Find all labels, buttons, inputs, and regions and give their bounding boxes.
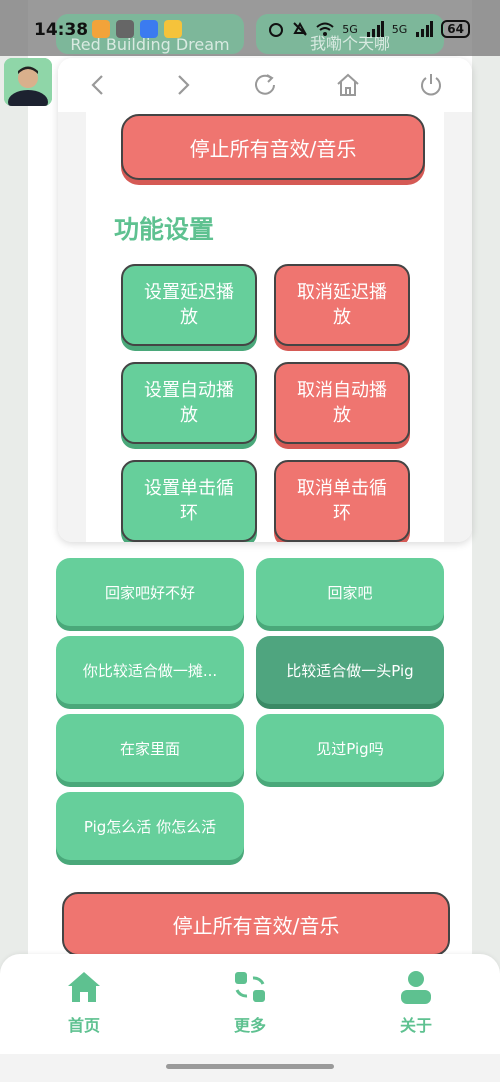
home-button[interactable]: [328, 65, 368, 105]
app-notification-icon: [92, 20, 110, 38]
mute-icon: [293, 21, 307, 36]
tab-home[interactable]: 首页: [34, 970, 134, 1036]
notification-icons: [92, 20, 182, 38]
network-type: 5G: [391, 22, 408, 36]
power-button[interactable]: [411, 65, 451, 105]
tab-label: 首页: [67, 1016, 100, 1035]
floating-avatar[interactable]: [4, 58, 52, 106]
background-left-edge: [0, 0, 28, 1082]
alarm-icon: [269, 23, 284, 37]
reload-icon: [255, 74, 275, 95]
reload-button[interactable]: [245, 65, 285, 105]
set-click-loop-button[interactable]: 设置单击循环: [121, 460, 257, 542]
status-bar: Red Building Dream 我嘞个天哪 14:38 5G 5G 64: [0, 0, 500, 56]
signal-icon: [366, 21, 384, 37]
sound-button[interactable]: 见过Pig吗: [256, 714, 444, 782]
user-icon: [401, 971, 431, 1004]
popup-browser: 停止所有音效/音乐 功能设置 设置延迟播放 取消延迟播放 设置自动播放 取消自动…: [58, 58, 472, 542]
app-notification-icon: [140, 20, 158, 38]
home-outline-icon: [337, 73, 359, 96]
sound-button[interactable]: Pig怎么活 你怎么活: [56, 792, 244, 860]
sound-button-active[interactable]: 比较适合做一头Pig: [256, 636, 444, 704]
battery-indicator: 64: [441, 20, 470, 38]
cancel-click-loop-button[interactable]: 取消单击循环: [274, 460, 410, 542]
browser-navbar: [58, 58, 472, 112]
set-delay-play-button[interactable]: 设置延迟播放: [121, 264, 257, 346]
sound-button[interactable]: 回家吧好不好: [56, 558, 244, 626]
more-icon: [235, 972, 265, 1002]
sound-button[interactable]: 在家里面: [56, 714, 244, 782]
power-icon: [420, 74, 441, 96]
signal-icon: [416, 21, 434, 37]
chevron-left-icon: [91, 75, 104, 95]
sound-button[interactable]: 你比较适合做一摊...: [56, 636, 244, 704]
set-auto-play-button[interactable]: 设置自动播放: [121, 362, 257, 444]
tab-label: 更多: [233, 1016, 266, 1035]
tab-label: 关于: [399, 1016, 432, 1035]
system-icons: 5G 5G 64: [268, 20, 470, 38]
status-time: 14:38: [34, 20, 89, 40]
stop-all-sounds-button[interactable]: 停止所有音效/音乐: [121, 114, 425, 180]
wifi-icon: [316, 22, 334, 36]
app-notification-icon: [116, 20, 134, 38]
tab-about[interactable]: 关于: [366, 970, 466, 1036]
popup-page: 停止所有音效/音乐 功能设置 设置延迟播放 取消延迟播放 设置自动播放 取消自动…: [86, 112, 444, 542]
cancel-auto-play-button[interactable]: 取消自动播放: [274, 362, 410, 444]
back-button[interactable]: [79, 65, 119, 105]
background-right-edge: [472, 0, 500, 1082]
stop-all-sounds-button[interactable]: 停止所有音效/音乐: [62, 892, 450, 956]
network-type: 5G: [342, 22, 358, 36]
home-icon: [68, 972, 100, 1002]
forward-button[interactable]: [162, 65, 202, 105]
sound-button[interactable]: 回家吧: [256, 558, 444, 626]
bottom-tab-bar: 首页 更多 关于: [0, 954, 500, 1054]
popup-content: 停止所有音效/音乐 功能设置 设置延迟播放 取消延迟播放 设置自动播放 取消自动…: [58, 112, 472, 542]
tab-more[interactable]: 更多: [200, 970, 300, 1036]
app-notification-icon: [164, 20, 182, 38]
cancel-delay-play-button[interactable]: 取消延迟播放: [274, 264, 410, 346]
avatar-image: [4, 58, 52, 106]
chevron-right-icon: [178, 75, 190, 95]
section-title: 功能设置: [114, 215, 215, 244]
home-indicator[interactable]: [166, 1064, 334, 1069]
